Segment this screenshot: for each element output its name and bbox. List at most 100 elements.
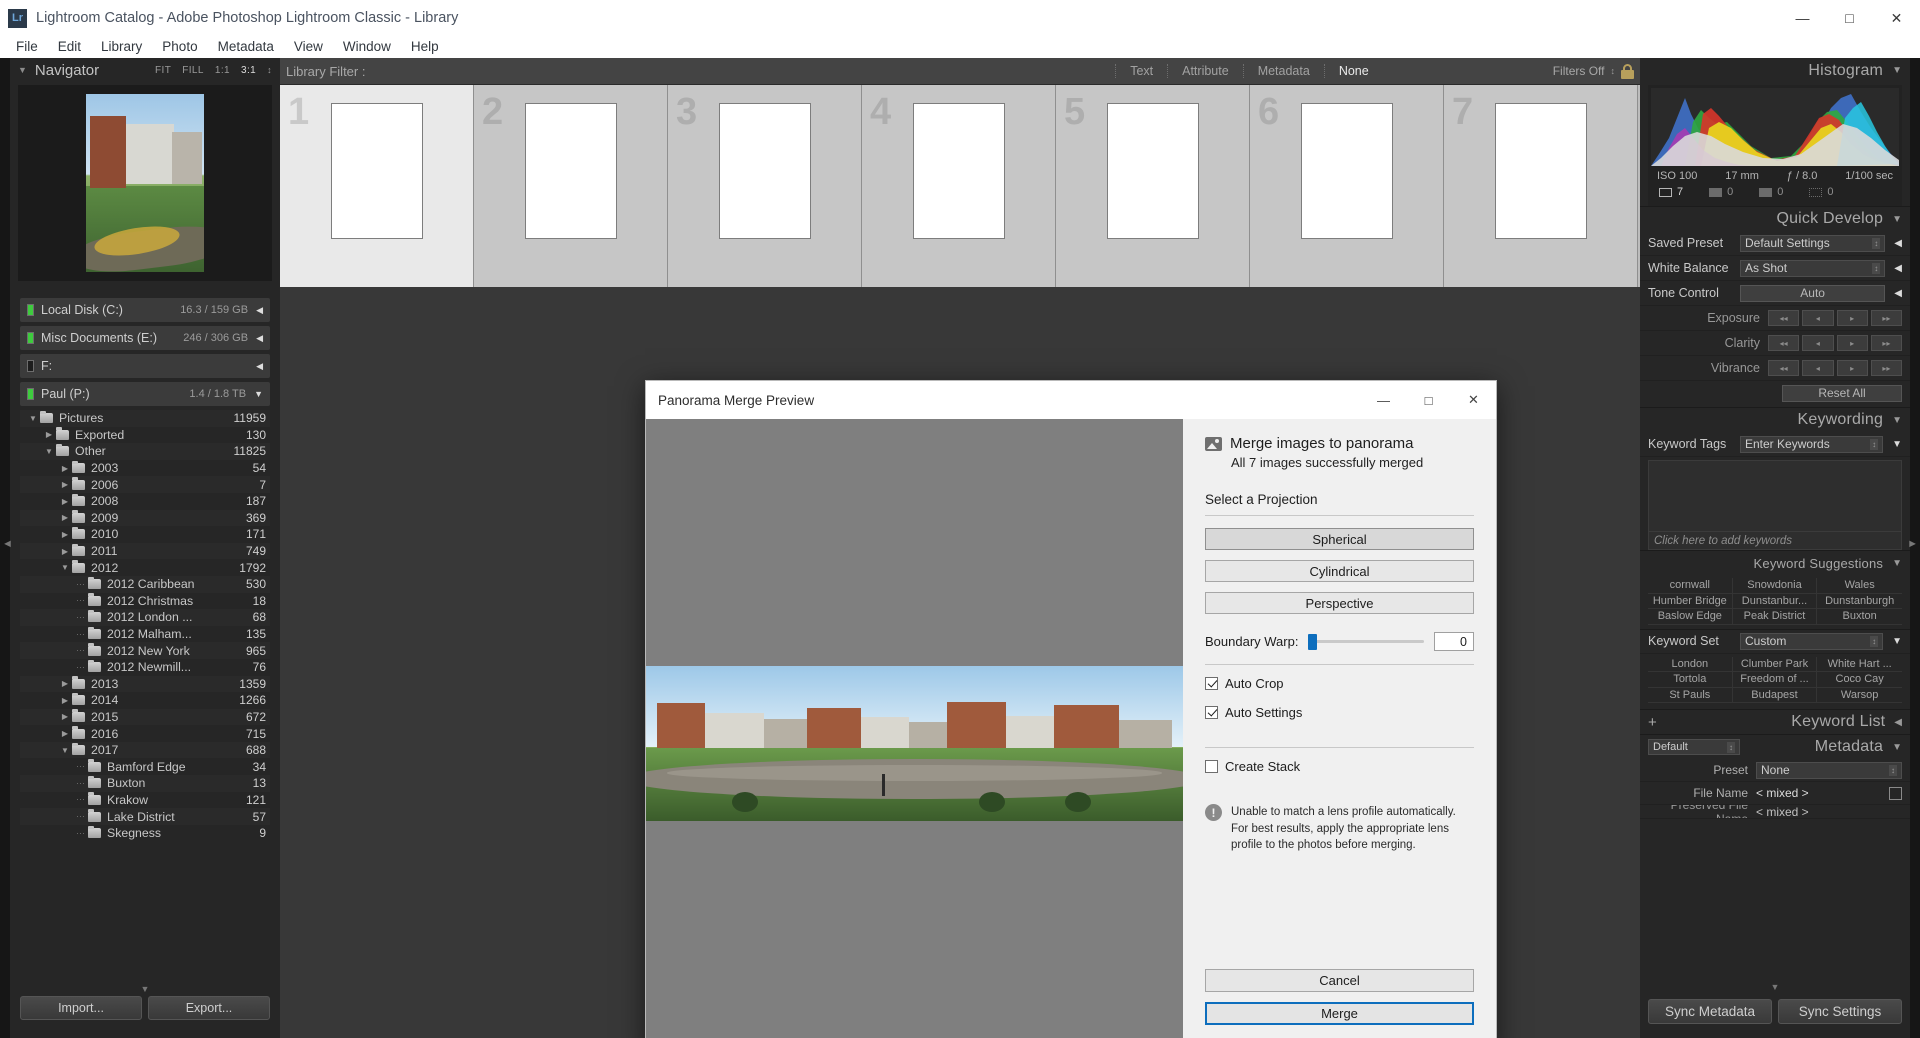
volume-row[interactable]: Misc Documents (E:) 246 / 306 GB ◀	[20, 326, 270, 350]
filter-tab-metadata[interactable]: Metadata	[1242, 64, 1324, 78]
dialog-minimize-button[interactable]: —	[1361, 381, 1406, 419]
keyword-suggestion-cell[interactable]: Wales	[1817, 578, 1902, 594]
keyword-set-cell[interactable]: Freedom of ...	[1732, 672, 1818, 688]
left-panel-show-hide-arrow[interactable]: ◄	[2, 538, 13, 550]
folder-row[interactable]: ▼ 2012 1792	[20, 559, 270, 576]
auto-crop-checkbox[interactable]	[1205, 677, 1218, 690]
clarity-increase-large[interactable]: ▸▸	[1870, 335, 1902, 351]
white-balance-spinner-icon[interactable]: ↕	[1872, 262, 1881, 274]
volume-collapse-icon[interactable]: ◀	[256, 361, 263, 372]
tone-control-expand-icon[interactable]: ◀	[1894, 288, 1902, 299]
projection-perspective-button[interactable]: Perspective	[1205, 592, 1474, 614]
right-panel-show-hide-arrow[interactable]: ►	[1907, 538, 1918, 550]
create-stack-row[interactable]: Create Stack	[1205, 759, 1474, 774]
folder-row[interactable]: ⋯ 2012 Newmill... 76	[20, 659, 270, 676]
filmstrip-cell[interactable]: 5	[1056, 85, 1250, 287]
keyword-suggestion-cell[interactable]: Buxton	[1817, 609, 1902, 625]
lock-open-icon[interactable]	[1621, 63, 1634, 79]
keyword-set-cell[interactable]: Clumber Park	[1732, 656, 1818, 672]
folder-twisty-icon[interactable]: ▶	[58, 712, 72, 721]
sync-metadata-button[interactable]: Sync Metadata	[1648, 999, 1772, 1024]
keyword-set-cell[interactable]: Coco Cay	[1817, 672, 1902, 688]
folder-twisty-icon[interactable]: ▼	[42, 447, 56, 456]
create-stack-checkbox[interactable]	[1205, 760, 1218, 773]
keyword-list-header[interactable]: + Keyword List ◀	[1640, 709, 1910, 734]
keyword-set-cell[interactable]: London	[1648, 656, 1733, 672]
folder-row[interactable]: ⋯ 2012 Christmas 18	[20, 593, 270, 610]
filter-tab-none[interactable]: None	[1323, 64, 1383, 78]
minimize-button[interactable]: —	[1779, 0, 1826, 36]
filters-state-label[interactable]: Filters Off	[1553, 64, 1605, 78]
sync-settings-button[interactable]: Sync Settings	[1778, 999, 1902, 1024]
export-button[interactable]: Export...	[148, 996, 270, 1020]
folder-row[interactable]: ⋯ 2012 New York 965	[20, 642, 270, 659]
auto-settings-row[interactable]: Auto Settings	[1205, 705, 1474, 720]
metadata-header[interactable]: Default ↕ Metadata ▼	[1640, 734, 1910, 759]
close-button[interactable]: ✕	[1873, 0, 1920, 36]
filter-tab-text[interactable]: Text	[1115, 64, 1167, 78]
folder-twisty-icon[interactable]: ⋯	[74, 761, 88, 772]
cancel-button[interactable]: Cancel	[1205, 969, 1474, 992]
keyword-set-cell[interactable]: St Pauls	[1648, 687, 1733, 703]
filmstrip-thumbnail-frame[interactable]	[1300, 103, 1393, 239]
menu-view[interactable]: View	[284, 36, 333, 58]
folder-row[interactable]: ▶ 2003 54	[20, 460, 270, 477]
folder-twisty-icon[interactable]: ▶	[58, 464, 72, 473]
metadata-preset-dropdown[interactable]: None ↕	[1756, 761, 1902, 779]
folder-twisty-icon[interactable]: ▼	[58, 563, 72, 572]
boundary-warp-slider[interactable]	[1308, 633, 1424, 650]
folder-twisty-icon[interactable]: ▶	[58, 480, 72, 489]
folder-twisty-icon[interactable]: ▶	[58, 513, 72, 522]
folder-twisty-icon[interactable]: ⋯	[74, 612, 88, 623]
virtual-copy-count-group[interactable]: 0	[1759, 186, 1783, 198]
white-balance-dropdown[interactable]: As Shot ↕	[1740, 259, 1886, 277]
exposure-increase-large[interactable]: ▸▸	[1870, 310, 1902, 326]
histogram-header[interactable]: Histogram ▼	[1640, 58, 1910, 83]
keyword-suggestion-cell[interactable]: Dunstanbur...	[1732, 593, 1818, 609]
folder-row[interactable]: ⋯ Skegness 9	[20, 825, 270, 842]
vibrance-increase-large[interactable]: ▸▸	[1870, 360, 1902, 376]
photo-count-group[interactable]: 7	[1659, 186, 1683, 198]
keyword-suggestions-collapse-icon[interactable]: ▼	[1892, 558, 1902, 569]
exposure-decrease-large[interactable]: ◂◂	[1768, 310, 1800, 326]
metadata-preserved-value[interactable]: < mixed >	[1756, 805, 1809, 818]
clarity-decrease-small[interactable]: ◂	[1802, 335, 1834, 351]
import-button[interactable]: Import...	[20, 996, 142, 1020]
keyword-tags-dropdown[interactable]: Enter Keywords ↕	[1740, 435, 1884, 453]
filmstrip-thumbnail-frame[interactable]	[1106, 103, 1199, 239]
vibrance-decrease-small[interactable]: ◂	[1802, 360, 1834, 376]
keyword-suggestion-cell[interactable]: Humber Bridge	[1648, 593, 1733, 609]
filmstrip-thumbnail-frame[interactable]	[1494, 103, 1587, 239]
clarity-increase-small[interactable]: ▸	[1836, 335, 1868, 351]
folder-row[interactable]: ⋯ 2012 Caribbean 530	[20, 576, 270, 593]
nav-mode-1to1[interactable]: 1:1	[215, 65, 230, 76]
folder-twisty-icon[interactable]: ⋯	[74, 828, 88, 839]
navigator-preview[interactable]	[18, 85, 272, 281]
folder-twisty-icon[interactable]: ▶	[58, 547, 72, 556]
folder-twisty-icon[interactable]: ⋯	[74, 794, 88, 805]
folder-row[interactable]: ▶ 2009 369	[20, 510, 270, 527]
folder-twisty-icon[interactable]: ⋯	[74, 579, 88, 590]
keyword-set-cell[interactable]: Warsop	[1817, 688, 1902, 703]
vibrance-decrease-large[interactable]: ◂◂	[1768, 360, 1800, 376]
filmstrip-thumbnail-frame[interactable]	[718, 103, 811, 239]
nav-mode-3to1[interactable]: 3:1	[241, 65, 256, 76]
filmstrip-cell[interactable]: 7	[1444, 85, 1638, 287]
missing-photo-count-group[interactable]: 0	[1809, 186, 1834, 198]
keyword-suggestion-cell[interactable]: Baslow Edge	[1648, 609, 1733, 625]
keyword-set-chevron-icon[interactable]: ▼	[1892, 636, 1902, 647]
filmstrip-cell[interactable]: 4	[862, 85, 1056, 287]
projection-cylindrical-button[interactable]: Cylindrical	[1205, 560, 1474, 582]
folder-twisty-icon[interactable]: ▶	[58, 530, 72, 539]
filename-list-icon[interactable]	[1889, 786, 1902, 800]
folder-twisty-icon[interactable]: ▶	[58, 497, 72, 506]
filmstrip-thumbnail-frame[interactable]	[912, 103, 1005, 239]
folder-row[interactable]: ▶ 2006 7	[20, 476, 270, 493]
folder-row[interactable]: ▶ 2016 715	[20, 725, 270, 742]
left-panel-collapse-arrow[interactable]: ▼	[141, 984, 150, 994]
folder-twisty-icon[interactable]: ⋯	[74, 629, 88, 640]
folder-twisty-icon[interactable]: ▶	[58, 729, 72, 738]
metadata-filename-value[interactable]: < mixed >	[1756, 786, 1809, 800]
nav-mode-fill[interactable]: FILL	[182, 65, 204, 76]
folder-row[interactable]: ⋯ 2012 Malham... 135	[20, 626, 270, 643]
